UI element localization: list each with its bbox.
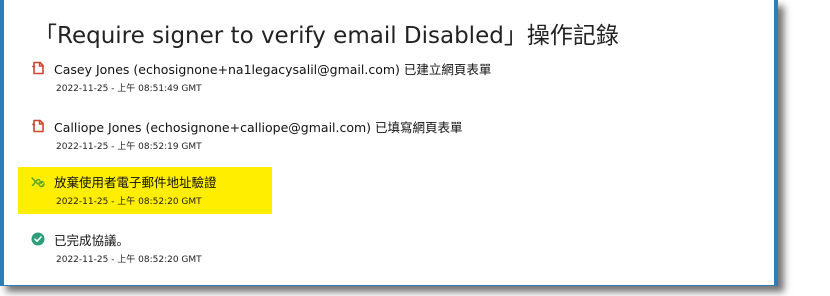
entry-timestamp: 2022-11-25 - 上午 08:52:20 GMT <box>56 197 202 207</box>
history-entry-filled: Calliope Jones (echosignone+calliope@gma… <box>30 117 463 152</box>
entry-timestamp: 2022-11-25 - 上午 08:52:19 GMT <box>56 142 202 152</box>
check-circle-icon <box>31 232 45 246</box>
entry-text: 已完成協議。 <box>54 232 130 248</box>
entry-text: Calliope Jones (echosignone+calliope@gma… <box>54 119 463 135</box>
entry-text: 放棄使用者電子郵件地址驗證 <box>54 174 217 190</box>
history-entry-created: Casey Jones (echosignone+na1legacysalil@… <box>30 59 491 94</box>
history-entry-completed: 已完成協議。 2022-11-25 - 上午 08:52:20 GMT <box>30 230 202 265</box>
page-title: 「Require signer to verify email Disabled… <box>34 23 619 49</box>
document-icon <box>32 61 44 75</box>
verification-disabled-icon <box>31 177 45 188</box>
entry-text: Casey Jones (echosignone+na1legacysalil@… <box>54 61 492 77</box>
audit-panel: 「Require signer to verify email Disabled… <box>0 0 778 286</box>
history-entry-verification-waived: 放棄使用者電子郵件地址驗證 2022-11-25 - 上午 08:52:20 G… <box>30 172 217 207</box>
entry-timestamp: 2022-11-25 - 上午 08:51:49 GMT <box>56 84 202 94</box>
document-icon <box>32 119 44 133</box>
entry-timestamp: 2022-11-25 - 上午 08:52:20 GMT <box>56 255 202 265</box>
